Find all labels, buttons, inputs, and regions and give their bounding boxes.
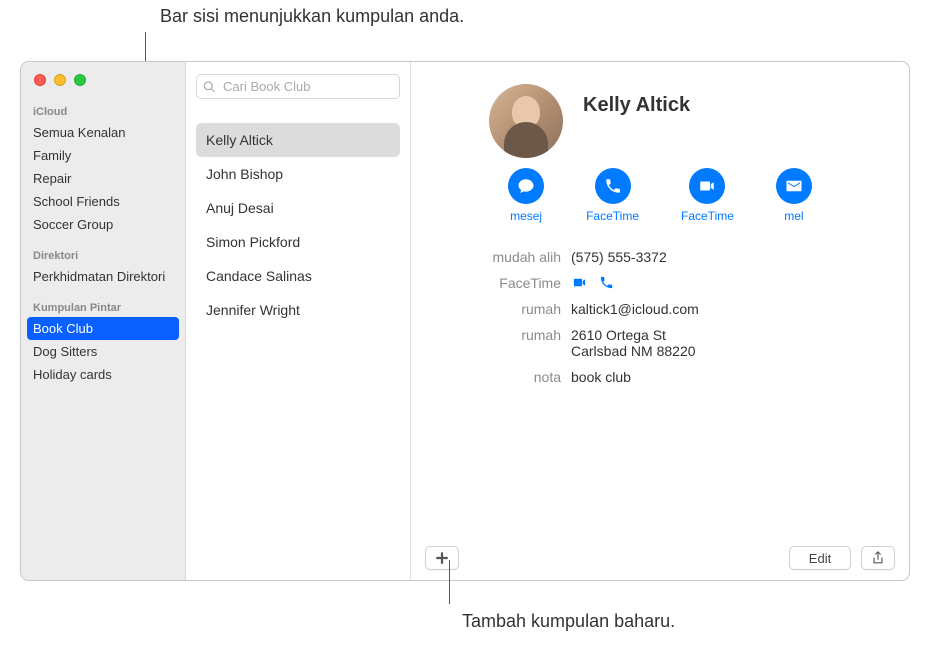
callout-sidebar-label: Bar sisi menunjukkan kumpulan anda.: [160, 6, 464, 27]
action-phone[interactable]: FaceTime: [586, 168, 639, 223]
field-value: [571, 275, 889, 291]
action-mail[interactable]: mel: [776, 168, 812, 223]
field-label: mudah alih: [431, 249, 561, 265]
edit-button[interactable]: Edit: [789, 546, 851, 570]
callout-line: [449, 560, 450, 604]
sidebar-item[interactable]: Dog Sitters: [21, 340, 185, 363]
close-window-button[interactable]: [34, 74, 46, 86]
contact-list-item[interactable]: Simon Pickford: [196, 225, 400, 259]
sidebar-item[interactable]: Semua Kenalan: [21, 121, 185, 144]
search-icon: [203, 80, 216, 93]
fields-grid: mudah alih (575) 555-3372 FaceTime rumah kal…: [431, 249, 889, 385]
field-label: FaceTime: [431, 275, 561, 291]
field-label: nota: [431, 369, 561, 385]
field-value: 2610 Ortega St Carlsbad NM 88220: [571, 327, 889, 359]
contact-list-item[interactable]: Jennifer Wright: [196, 293, 400, 327]
action-label: FaceTime: [586, 209, 639, 223]
plus-icon: [435, 551, 449, 565]
group-header: iCloud: [21, 100, 185, 121]
detail-header: Kelly Altick: [431, 84, 889, 158]
avatar: [489, 84, 563, 158]
message-icon: [508, 168, 544, 204]
mail-icon: [776, 168, 812, 204]
window-controls: [21, 70, 185, 100]
action-message[interactable]: mesej: [508, 168, 544, 223]
video-icon: [689, 168, 725, 204]
search-input[interactable]: [196, 74, 400, 99]
add-button[interactable]: [425, 546, 459, 570]
action-label: mesej: [510, 209, 542, 223]
sidebar-item[interactable]: School Friends: [21, 190, 185, 213]
minimize-window-button[interactable]: [54, 74, 66, 86]
video-icon[interactable]: [571, 275, 588, 290]
sidebar-item[interactable]: Soccer Group: [21, 213, 185, 236]
group-header: Direktori: [21, 244, 185, 265]
search-wrapper: [196, 74, 400, 99]
contact-name: Kelly Altick: [583, 94, 690, 117]
contacts-window: iCloudSemua KenalanFamilyRepairSchool Fr…: [20, 61, 910, 581]
bottom-toolbar: Edit: [425, 546, 895, 570]
share-icon: [871, 551, 885, 565]
phone-icon: [595, 168, 631, 204]
phone-icon[interactable]: [598, 275, 615, 290]
field-label: rumah: [431, 327, 561, 359]
field-value: kaltick1@icloud.com: [571, 301, 889, 317]
sidebar-item[interactable]: Family: [21, 144, 185, 167]
action-label: FaceTime: [681, 209, 734, 223]
field-value: (575) 555-3372: [571, 249, 889, 265]
group-header: Kumpulan Pintar: [21, 296, 185, 317]
field-value: book club: [571, 369, 889, 385]
sidebar: iCloudSemua KenalanFamilyRepairSchool Fr…: [21, 62, 186, 580]
contact-detail-pane: Kelly Altick mesej FaceTime FaceTime mel mu…: [411, 62, 909, 580]
action-video[interactable]: FaceTime: [681, 168, 734, 223]
zoom-window-button[interactable]: [74, 74, 86, 86]
callout-add-label: Tambah kumpulan baharu.: [462, 611, 675, 632]
contact-list-item[interactable]: John Bishop: [196, 157, 400, 191]
sidebar-item[interactable]: Holiday cards: [21, 363, 185, 386]
contact-list-item[interactable]: Anuj Desai: [196, 191, 400, 225]
actions-row: mesej FaceTime FaceTime mel: [431, 168, 889, 223]
right-buttons: Edit: [789, 546, 895, 570]
sidebar-item[interactable]: Perkhidmatan Direktori: [21, 265, 185, 288]
contact-list-item[interactable]: Kelly Altick: [196, 123, 400, 157]
contact-list-item[interactable]: Candace Salinas: [196, 259, 400, 293]
contact-list-pane: Kelly AltickJohn BishopAnuj DesaiSimon P…: [186, 62, 411, 580]
sidebar-item[interactable]: Book Club: [27, 317, 179, 340]
field-label: rumah: [431, 301, 561, 317]
action-label: mel: [784, 209, 803, 223]
sidebar-item[interactable]: Repair: [21, 167, 185, 190]
share-button[interactable]: [861, 546, 895, 570]
